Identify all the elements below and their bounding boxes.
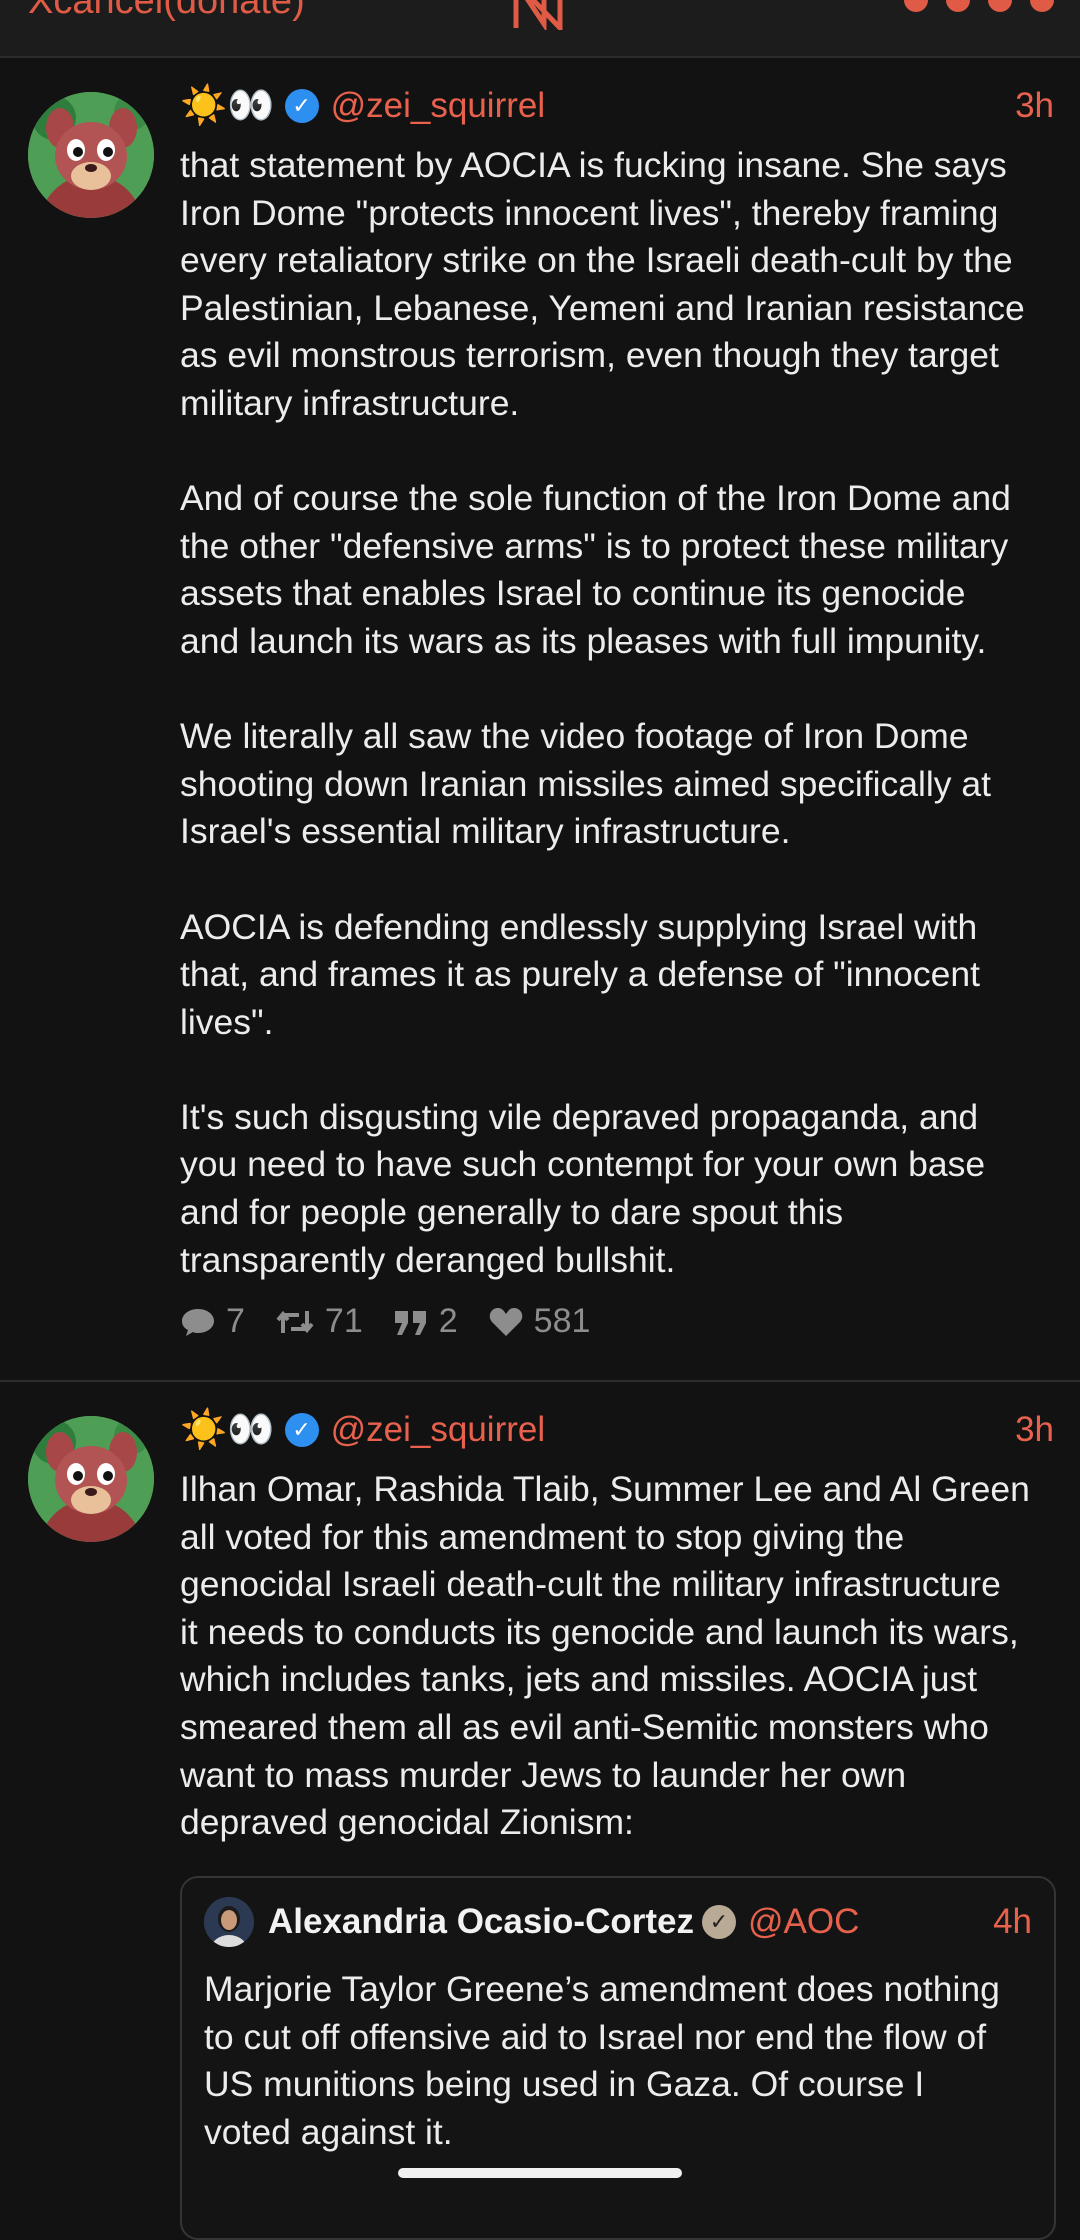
squirrel-avatar-icon (28, 1416, 154, 1542)
display-name-emoji: ☀️👀 (180, 85, 275, 127)
reply-button[interactable]: 7 (180, 1302, 245, 1341)
username-link[interactable]: @zei_squirrel (331, 1410, 546, 1450)
tweet-text: Ilhan Omar, Rashida Tlaib, Summer Lee an… (180, 1469, 1030, 1843)
verified-badge-icon: ✓ (284, 1413, 319, 1447)
like-count: 581 (533, 1302, 591, 1340)
nitter-logo-icon[interactable] (510, 0, 580, 35)
tweet-text: that statement by AOCIA is fucking insan… (180, 145, 1025, 1280)
squirrel-avatar-icon (28, 92, 154, 218)
tweet-timestamp[interactable]: 3h (1015, 1410, 1054, 1450)
avatar[interactable] (28, 1416, 154, 1542)
quoted-tweet[interactable]: Alexandria Ocasio-Cortez ✓ @AOC 4h Marjo… (180, 1876, 1056, 2240)
status-icons (904, 0, 1054, 12)
retweet-button[interactable]: 71 (275, 1302, 363, 1341)
signal-icon (946, 0, 970, 12)
retweet-icon (276, 1310, 314, 1333)
home-indicator[interactable] (398, 2168, 682, 2178)
avatar[interactable] (28, 92, 154, 218)
notification-icon (988, 0, 1012, 12)
person-avatar-icon (204, 1897, 254, 1947)
username-link[interactable]: @zei_squirrel (331, 86, 546, 126)
display-name-emoji: ☀️👀 (180, 1409, 275, 1451)
battery-icon (1030, 0, 1054, 12)
quote-icon (394, 1310, 426, 1335)
reply-count: 7 (226, 1302, 245, 1340)
tweet[interactable]: ☀️👀 ✓ @zei_squirrel 3h that statement by… (0, 58, 1080, 1382)
verified-badge-icon: ✓ (284, 89, 319, 123)
quote-button[interactable]: 2 (393, 1302, 458, 1341)
tweet-stats: 7 71 2 581 (180, 1302, 590, 1341)
quoted-username[interactable]: @AOC (748, 1902, 859, 1942)
tweet-header: ☀️👀 ✓ @zei_squirrel 3h (180, 1404, 1054, 1456)
quoted-tweet-header: Alexandria Ocasio-Cortez ✓ @AOC 4h (204, 1894, 1032, 1950)
quoted-display-name[interactable]: Alexandria Ocasio-Cortez (268, 1902, 694, 1942)
tweet-header: ☀️👀 ✓ @zei_squirrel 3h (180, 80, 1054, 132)
heart-icon (489, 1307, 522, 1336)
like-button[interactable]: 581 (488, 1302, 591, 1341)
app-title[interactable]: Xcancel(donate) (28, 0, 305, 23)
comment-icon (182, 1308, 214, 1336)
quoted-avatar[interactable] (204, 1897, 254, 1947)
retweet-count: 71 (324, 1302, 363, 1340)
quoted-tweet-text: Marjorie Taylor Greene’s amendment does … (204, 1969, 1000, 2152)
wifi-icon (904, 0, 928, 12)
quote-count: 2 (438, 1302, 458, 1340)
quoted-timestamp[interactable]: 4h (993, 1902, 1032, 1942)
top-bar: Xcancel(donate) (0, 0, 1080, 58)
tweet-timestamp[interactable]: 3h (1015, 86, 1054, 126)
verified-badge-icon: ✓ (701, 1905, 736, 1939)
